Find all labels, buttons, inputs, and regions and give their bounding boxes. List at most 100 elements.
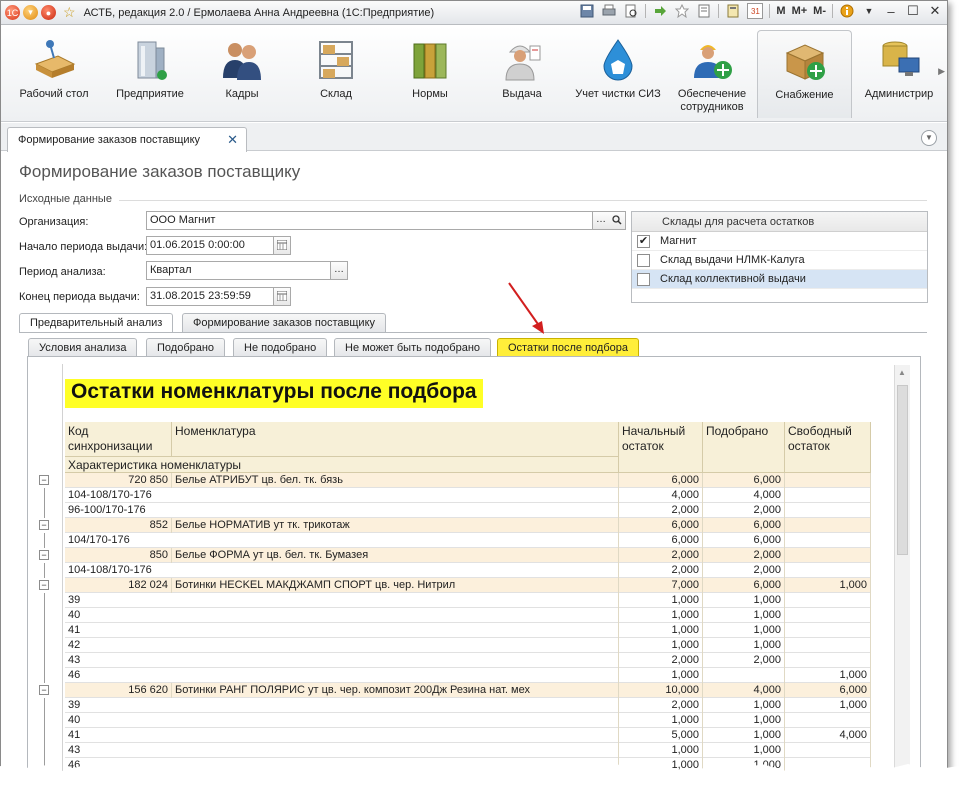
- go-forward-icon[interactable]: [652, 3, 668, 19]
- save-icon[interactable]: [579, 3, 595, 19]
- cell-free: [785, 548, 871, 563]
- org-search-icon[interactable]: [609, 211, 626, 230]
- cell-nomenclature: Белье НОРМАТИВ ут тк. трикотаж: [172, 518, 619, 533]
- collapse-group-icon[interactable]: −: [39, 475, 49, 485]
- collapse-group-icon[interactable]: −: [39, 685, 49, 695]
- org-field[interactable]: ООО Магнит: [146, 211, 593, 230]
- detail-row[interactable]: 43 1,000 1,000: [65, 743, 871, 758]
- report-gutter: [35, 364, 63, 776]
- section-employee-supply[interactable]: Обеспечение сотрудников: [667, 30, 757, 118]
- detail-row[interactable]: 46 1,000 1,000: [65, 668, 871, 683]
- detail-row[interactable]: 39 2,000 1,000 1,000: [65, 698, 871, 713]
- tab-preliminary-analysis[interactable]: Предварительный анализ: [19, 313, 174, 333]
- warehouse-shelf-icon: [314, 38, 358, 82]
- detail-row[interactable]: 104-108/170-176 4,000 4,000: [65, 488, 871, 503]
- calendar-icon[interactable]: 31: [747, 3, 764, 19]
- print-icon[interactable]: [601, 3, 617, 19]
- collapse-group-icon[interactable]: −: [39, 520, 49, 530]
- warehouse-checkbox[interactable]: [637, 253, 650, 267]
- cell-initial: 4,000: [619, 488, 703, 503]
- start-date-field[interactable]: 01.06.2015 0:00:00: [146, 236, 274, 255]
- cell-free: [785, 593, 871, 608]
- scroll-thumb[interactable]: [897, 385, 908, 555]
- section-staff[interactable]: Кадры: [197, 30, 287, 118]
- detail-row[interactable]: 40 1,000 1,000: [65, 713, 871, 728]
- calculator-icon[interactable]: [725, 3, 741, 19]
- tab-not-picked[interactable]: Не подобрано: [233, 338, 328, 357]
- end-date-label: Конец периода выдачи:: [19, 291, 140, 303]
- group-row[interactable]: 720 850 Белье АТРИБУТ цв. бел. тк. бязь 6,…: [65, 473, 871, 488]
- warehouse-row[interactable]: Склад коллективной выдачи: [632, 270, 927, 289]
- group-row[interactable]: 182 024 Ботинки HECKEL МАКДЖАМП СПОРТ цв.…: [65, 578, 871, 593]
- close-icon[interactable]: ✕: [927, 3, 943, 19]
- preview-icon[interactable]: [623, 3, 639, 19]
- warehouse-checkbox[interactable]: [637, 272, 650, 286]
- tab-picked[interactable]: Подобрано: [146, 338, 226, 357]
- sections-scroll-right-icon[interactable]: ▶: [938, 66, 945, 77]
- group-row[interactable]: 852 Белье НОРМАТИВ ут тк. трикотаж 6,000 6,…: [65, 518, 871, 533]
- close-tab-icon[interactable]: ✕: [227, 132, 238, 148]
- end-calendar-icon[interactable]: [274, 287, 291, 306]
- info-icon[interactable]: [839, 3, 855, 19]
- tab-remaining-after-picking[interactable]: Остатки после подбора: [497, 338, 639, 357]
- tab-cannot-be-picked[interactable]: Не может быть подобрано: [334, 338, 492, 357]
- cell-characteristic: 104/170-176: [65, 533, 619, 548]
- water-drop-icon: [596, 38, 640, 82]
- minimize-icon[interactable]: –: [883, 4, 899, 19]
- detail-row[interactable]: 41 5,000 1,000 4,000: [65, 728, 871, 743]
- favorites-icon[interactable]: [674, 3, 690, 19]
- section-desktop[interactable]: Рабочий стол: [9, 30, 99, 118]
- cell-initial: 1,000: [619, 713, 703, 728]
- section-procurement[interactable]: Снабжение: [757, 30, 852, 118]
- group-row[interactable]: 156 620 Ботинки РАНГ ПОЛЯРИС ут цв. чер. …: [65, 683, 871, 698]
- detail-row[interactable]: 39 1,000 1,000: [65, 593, 871, 608]
- report-scrollbar[interactable]: ▲: [894, 365, 910, 776]
- memory-m-button[interactable]: M: [776, 5, 785, 17]
- history-icon[interactable]: [696, 3, 712, 19]
- section-issuance[interactable]: Выдача: [477, 30, 567, 118]
- group-row[interactable]: 850 Белье ФОРМА ут цв. бел. тк. Бумазея 2,…: [65, 548, 871, 563]
- detail-row[interactable]: 104/170-176 6,000 6,000: [65, 533, 871, 548]
- scroll-up-icon[interactable]: ▲: [898, 368, 906, 377]
- end-date-field[interactable]: 31.08.2015 23:59:59: [146, 287, 274, 306]
- close-app-icon[interactable]: ●: [41, 5, 56, 20]
- open-window-tab[interactable]: Формирование заказов поставщику ✕: [7, 127, 247, 152]
- section-admin[interactable]: Администрир: [857, 30, 941, 118]
- detail-row[interactable]: 96-100/170-176 2,000 2,000: [65, 503, 871, 518]
- period-select-button[interactable]: …: [331, 261, 348, 280]
- detail-row[interactable]: 42 1,000 1,000: [65, 638, 871, 653]
- collapse-group-icon[interactable]: −: [39, 550, 49, 560]
- cell-initial: 1,000: [619, 593, 703, 608]
- org-select-button[interactable]: …: [593, 211, 610, 230]
- section-ppe-cleaning[interactable]: Учет чистки СИЗ: [573, 30, 663, 118]
- period-field[interactable]: Квартал: [146, 261, 331, 280]
- warehouse-row[interactable]: Склад выдачи НЛМК-Калуга: [632, 251, 927, 270]
- memory-mminus-button[interactable]: M-: [813, 5, 826, 17]
- cell-picked: 1,000: [703, 623, 785, 638]
- tab-analysis-conditions[interactable]: Условия анализа: [28, 338, 138, 357]
- memory-mplus-button[interactable]: M+: [792, 5, 808, 17]
- main-menu-icon[interactable]: ▾: [23, 5, 38, 20]
- detail-row[interactable]: 41 1,000 1,000: [65, 623, 871, 638]
- section-norms[interactable]: Нормы: [385, 30, 475, 118]
- detail-row[interactable]: 43 2,000 2,000: [65, 653, 871, 668]
- tab-supplier-orders[interactable]: Формирование заказов поставщику: [182, 313, 386, 332]
- cell-characteristic: 40: [65, 713, 619, 728]
- detail-row[interactable]: 104-108/170-176 2,000 2,000: [65, 563, 871, 578]
- windows-list-icon[interactable]: ▼: [921, 130, 937, 146]
- cell-free: 1,000: [785, 698, 871, 713]
- maximize-icon[interactable]: ☐: [905, 3, 921, 19]
- warehouse-checkbox[interactable]: ✔: [637, 234, 650, 248]
- app-logo-icon[interactable]: 1C: [5, 5, 20, 20]
- collapse-group-icon[interactable]: −: [39, 580, 49, 590]
- favorites-star-icon[interactable]: ☆: [63, 4, 76, 21]
- start-calendar-icon[interactable]: [274, 236, 291, 255]
- warehouse-row[interactable]: ✔ Магнит: [632, 232, 927, 251]
- dropdown-arrow-icon[interactable]: ▼: [861, 6, 877, 16]
- tabs-divider: [19, 332, 927, 333]
- cell-initial: 2,000: [619, 698, 703, 713]
- section-enterprise[interactable]: Предприятие: [105, 30, 195, 118]
- cell-picked: 4,000: [703, 683, 785, 698]
- detail-row[interactable]: 40 1,000 1,000: [65, 608, 871, 623]
- section-warehouse[interactable]: Склад: [291, 30, 381, 118]
